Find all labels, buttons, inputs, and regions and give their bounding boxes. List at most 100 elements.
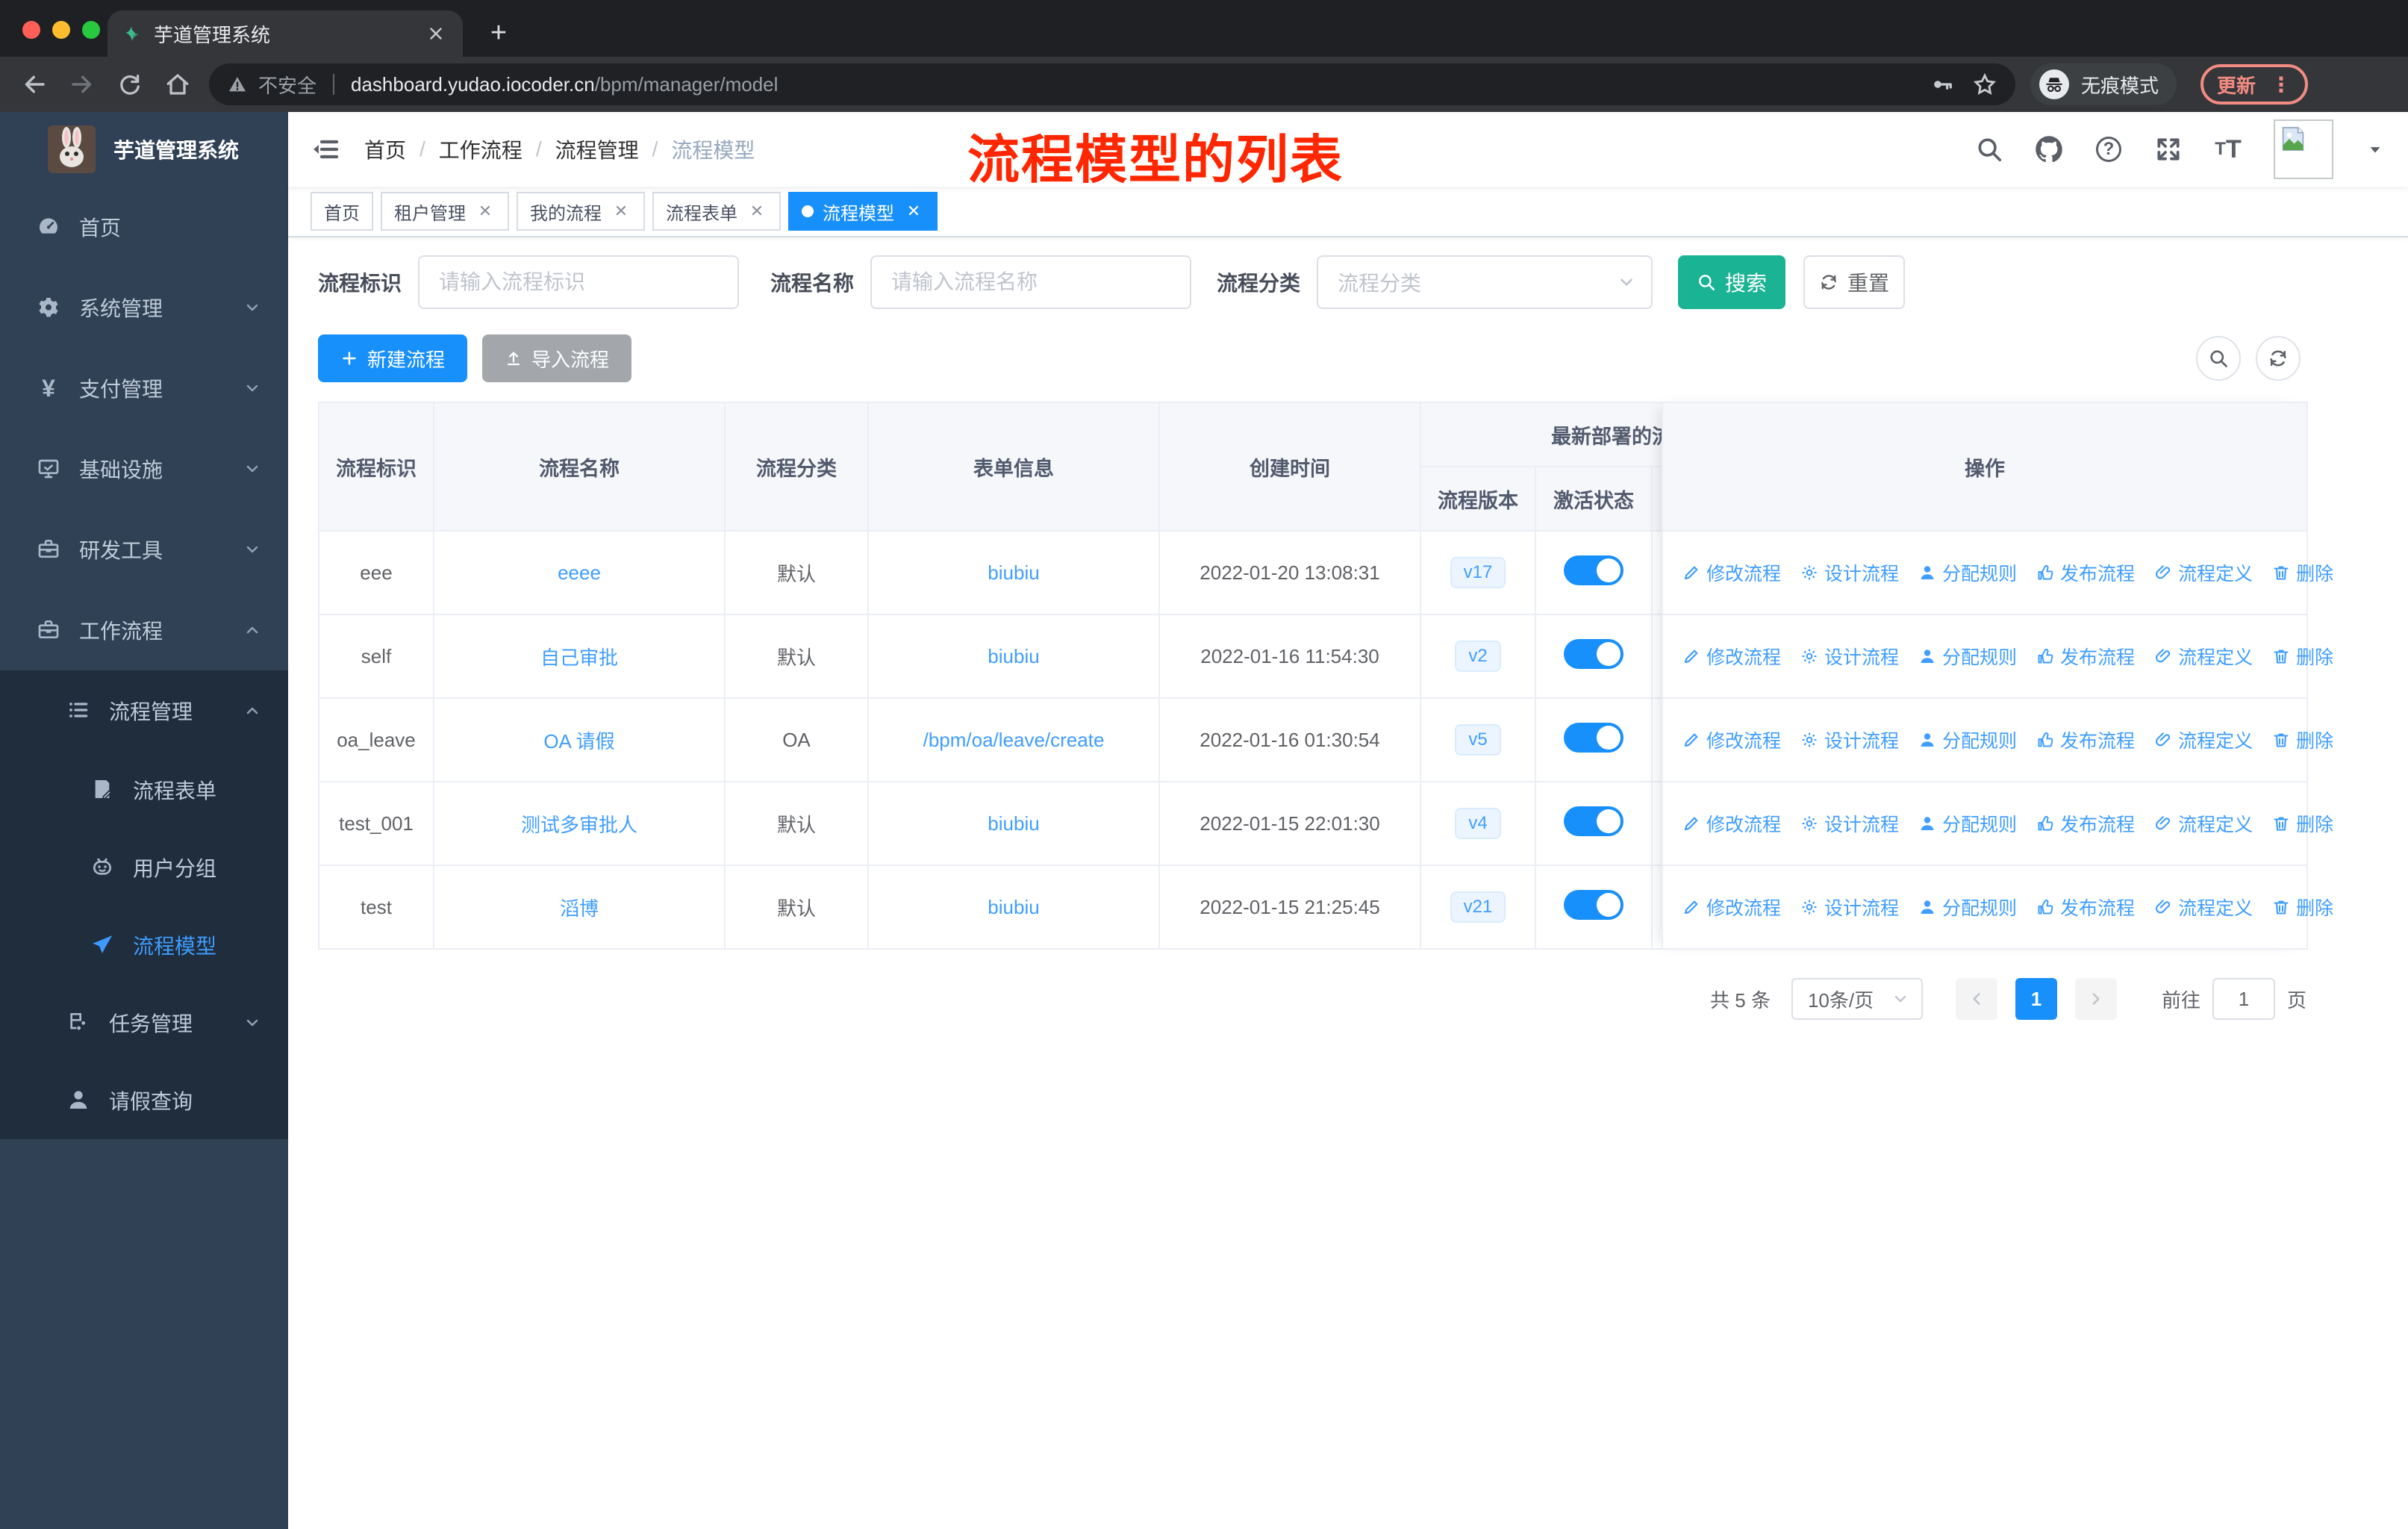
edit-action-link[interactable]: 修改流程	[1682, 894, 1781, 921]
delete-action-link[interactable]: 删除	[2272, 559, 2333, 586]
breadcrumb-workflow[interactable]: 工作流程	[439, 134, 523, 164]
header-search-icon[interactable]	[1975, 135, 2003, 164]
new-tab-button[interactable]: +	[481, 17, 517, 49]
active-toggle[interactable]	[1564, 555, 1623, 585]
design-action-link[interactable]: 设计流程	[1800, 894, 1899, 921]
active-toggle[interactable]	[1564, 889, 1623, 920]
process-name-input[interactable]	[870, 255, 1192, 309]
import-process-button[interactable]: 导入流程	[482, 334, 632, 382]
font-size-icon[interactable]: TT	[2214, 135, 2242, 164]
form-link[interactable]: biubiu	[988, 896, 1039, 918]
help-icon[interactable]: ?	[2094, 135, 2123, 164]
process-name-link[interactable]: 滔博	[560, 897, 599, 920]
form-link[interactable]: biubiu	[988, 645, 1039, 667]
breadcrumb-home[interactable]: 首页	[364, 134, 406, 164]
goto-page-input[interactable]	[2212, 978, 2275, 1020]
category-select[interactable]: 流程分类	[1317, 255, 1653, 309]
definition-action-link[interactable]: 流程定义	[2154, 643, 2253, 670]
toggle-search-button[interactable]	[2196, 336, 2241, 381]
tag-process-model[interactable]: 流程模型 ✕	[788, 192, 938, 231]
address-bar[interactable]: 不安全 dashboard.yudao.iocoder.cn/bpm/manag…	[209, 63, 2015, 105]
sidebar-item-leave-query[interactable]: 请假查询	[0, 1062, 288, 1139]
form-link[interactable]: biubiu	[988, 812, 1039, 835]
sidebar-item-process-form[interactable]: 流程表单	[0, 751, 288, 829]
close-icon[interactable]: ✕	[611, 201, 631, 222]
assign-action-link[interactable]: 分配规则	[1918, 643, 2017, 670]
reset-button[interactable]: 重置	[1803, 255, 1906, 309]
definition-action-link[interactable]: 流程定义	[2154, 894, 2253, 921]
publish-action-link[interactable]: 发布流程	[2036, 810, 2135, 837]
version-badge[interactable]: v21	[1450, 891, 1506, 924]
sidebar-item-home[interactable]: 首页	[0, 187, 288, 267]
refresh-table-button[interactable]	[2256, 336, 2301, 381]
window-minimize-button[interactable]	[52, 21, 70, 39]
edit-action-link[interactable]: 修改流程	[1682, 726, 1781, 753]
definition-action-link[interactable]: 流程定义	[2154, 810, 2253, 837]
version-badge[interactable]: v4	[1455, 807, 1501, 840]
browser-update-button[interactable]: 更新 ⋮	[2200, 64, 2309, 105]
search-button[interactable]: 搜索	[1678, 255, 1786, 309]
delete-action-link[interactable]: 删除	[2272, 810, 2333, 837]
form-link[interactable]: biubiu	[988, 561, 1039, 584]
tab-close-icon[interactable]	[424, 22, 448, 46]
definition-action-link[interactable]: 流程定义	[2154, 726, 2253, 753]
edit-action-link[interactable]: 修改流程	[1682, 643, 1781, 670]
assign-action-link[interactable]: 分配规则	[1918, 559, 2017, 586]
version-badge[interactable]: v5	[1455, 723, 1501, 756]
avatar[interactable]	[2274, 119, 2333, 179]
sidebar-item-user-group[interactable]: 用户分组	[0, 829, 288, 906]
edit-action-link[interactable]: 修改流程	[1682, 810, 1781, 837]
key-icon[interactable]	[1930, 72, 1954, 96]
delete-action-link[interactable]: 删除	[2272, 643, 2333, 670]
process-name-link[interactable]: 自己审批	[540, 647, 618, 669]
publish-action-link[interactable]: 发布流程	[2036, 894, 2135, 921]
process-key-input[interactable]	[418, 255, 740, 309]
assign-action-link[interactable]: 分配规则	[1918, 726, 2017, 753]
sidebar-item-task-management[interactable]: 任务管理	[0, 984, 288, 1062]
form-link[interactable]: /bpm/oa/leave/create	[923, 729, 1105, 751]
browser-tab[interactable]: 芋道管理系统	[107, 10, 463, 57]
sidebar-item-dev-tools[interactable]: 研发工具	[0, 509, 288, 590]
fullscreen-icon[interactable]	[2154, 135, 2183, 164]
sidebar-item-process-management[interactable]: 流程管理	[0, 670, 288, 751]
delete-action-link[interactable]: 删除	[2272, 726, 2333, 753]
prev-page-button[interactable]	[1955, 978, 1997, 1020]
bookmark-star-icon[interactable]	[1972, 72, 1997, 97]
active-toggle[interactable]	[1564, 722, 1623, 753]
active-toggle[interactable]	[1564, 806, 1623, 836]
tag-home[interactable]: 首页	[311, 192, 373, 231]
publish-action-link[interactable]: 发布流程	[2036, 726, 2135, 753]
home-icon[interactable]	[161, 68, 194, 101]
breadcrumb-process-management[interactable]: 流程管理	[555, 134, 639, 164]
sidebar-item-process-model[interactable]: 流程模型	[0, 906, 288, 984]
close-icon[interactable]: ✕	[903, 201, 924, 222]
github-icon[interactable]	[2035, 135, 2063, 164]
window-zoom-button[interactable]	[82, 21, 100, 39]
active-toggle[interactable]	[1564, 638, 1623, 669]
reload-icon[interactable]	[113, 68, 146, 101]
forward-icon[interactable]	[66, 68, 99, 101]
design-action-link[interactable]: 设计流程	[1800, 643, 1899, 670]
version-badge[interactable]: v17	[1450, 556, 1506, 589]
next-page-button[interactable]	[2074, 978, 2117, 1020]
close-icon[interactable]: ✕	[746, 201, 767, 222]
assign-action-link[interactable]: 分配规则	[1918, 810, 2017, 837]
publish-action-link[interactable]: 发布流程	[2036, 643, 2135, 670]
sidebar-item-infrastructure[interactable]: 基础设施	[0, 429, 288, 509]
browser-menu-icon[interactable]: ⋮	[2271, 72, 2292, 97]
tag-tenant[interactable]: 租户管理 ✕	[381, 192, 509, 231]
sidebar-item-payment[interactable]: ¥ 支付管理	[0, 348, 288, 429]
sidebar-item-workflow[interactable]: 工作流程	[0, 590, 288, 670]
close-icon[interactable]: ✕	[475, 201, 496, 222]
process-name-link[interactable]: eeee	[558, 561, 601, 584]
version-badge[interactable]: v2	[1455, 640, 1501, 673]
design-action-link[interactable]: 设计流程	[1800, 726, 1899, 753]
tag-my-process[interactable]: 我的流程 ✕	[517, 192, 645, 231]
design-action-link[interactable]: 设计流程	[1800, 810, 1899, 837]
process-name-link[interactable]: 测试多审批人	[521, 814, 637, 836]
publish-action-link[interactable]: 发布流程	[2036, 559, 2135, 586]
definition-action-link[interactable]: 流程定义	[2154, 559, 2253, 586]
caret-down-icon[interactable]	[2365, 139, 2386, 160]
edit-action-link[interactable]: 修改流程	[1682, 559, 1781, 586]
page-size-select[interactable]: 10条/页	[1791, 978, 1923, 1020]
